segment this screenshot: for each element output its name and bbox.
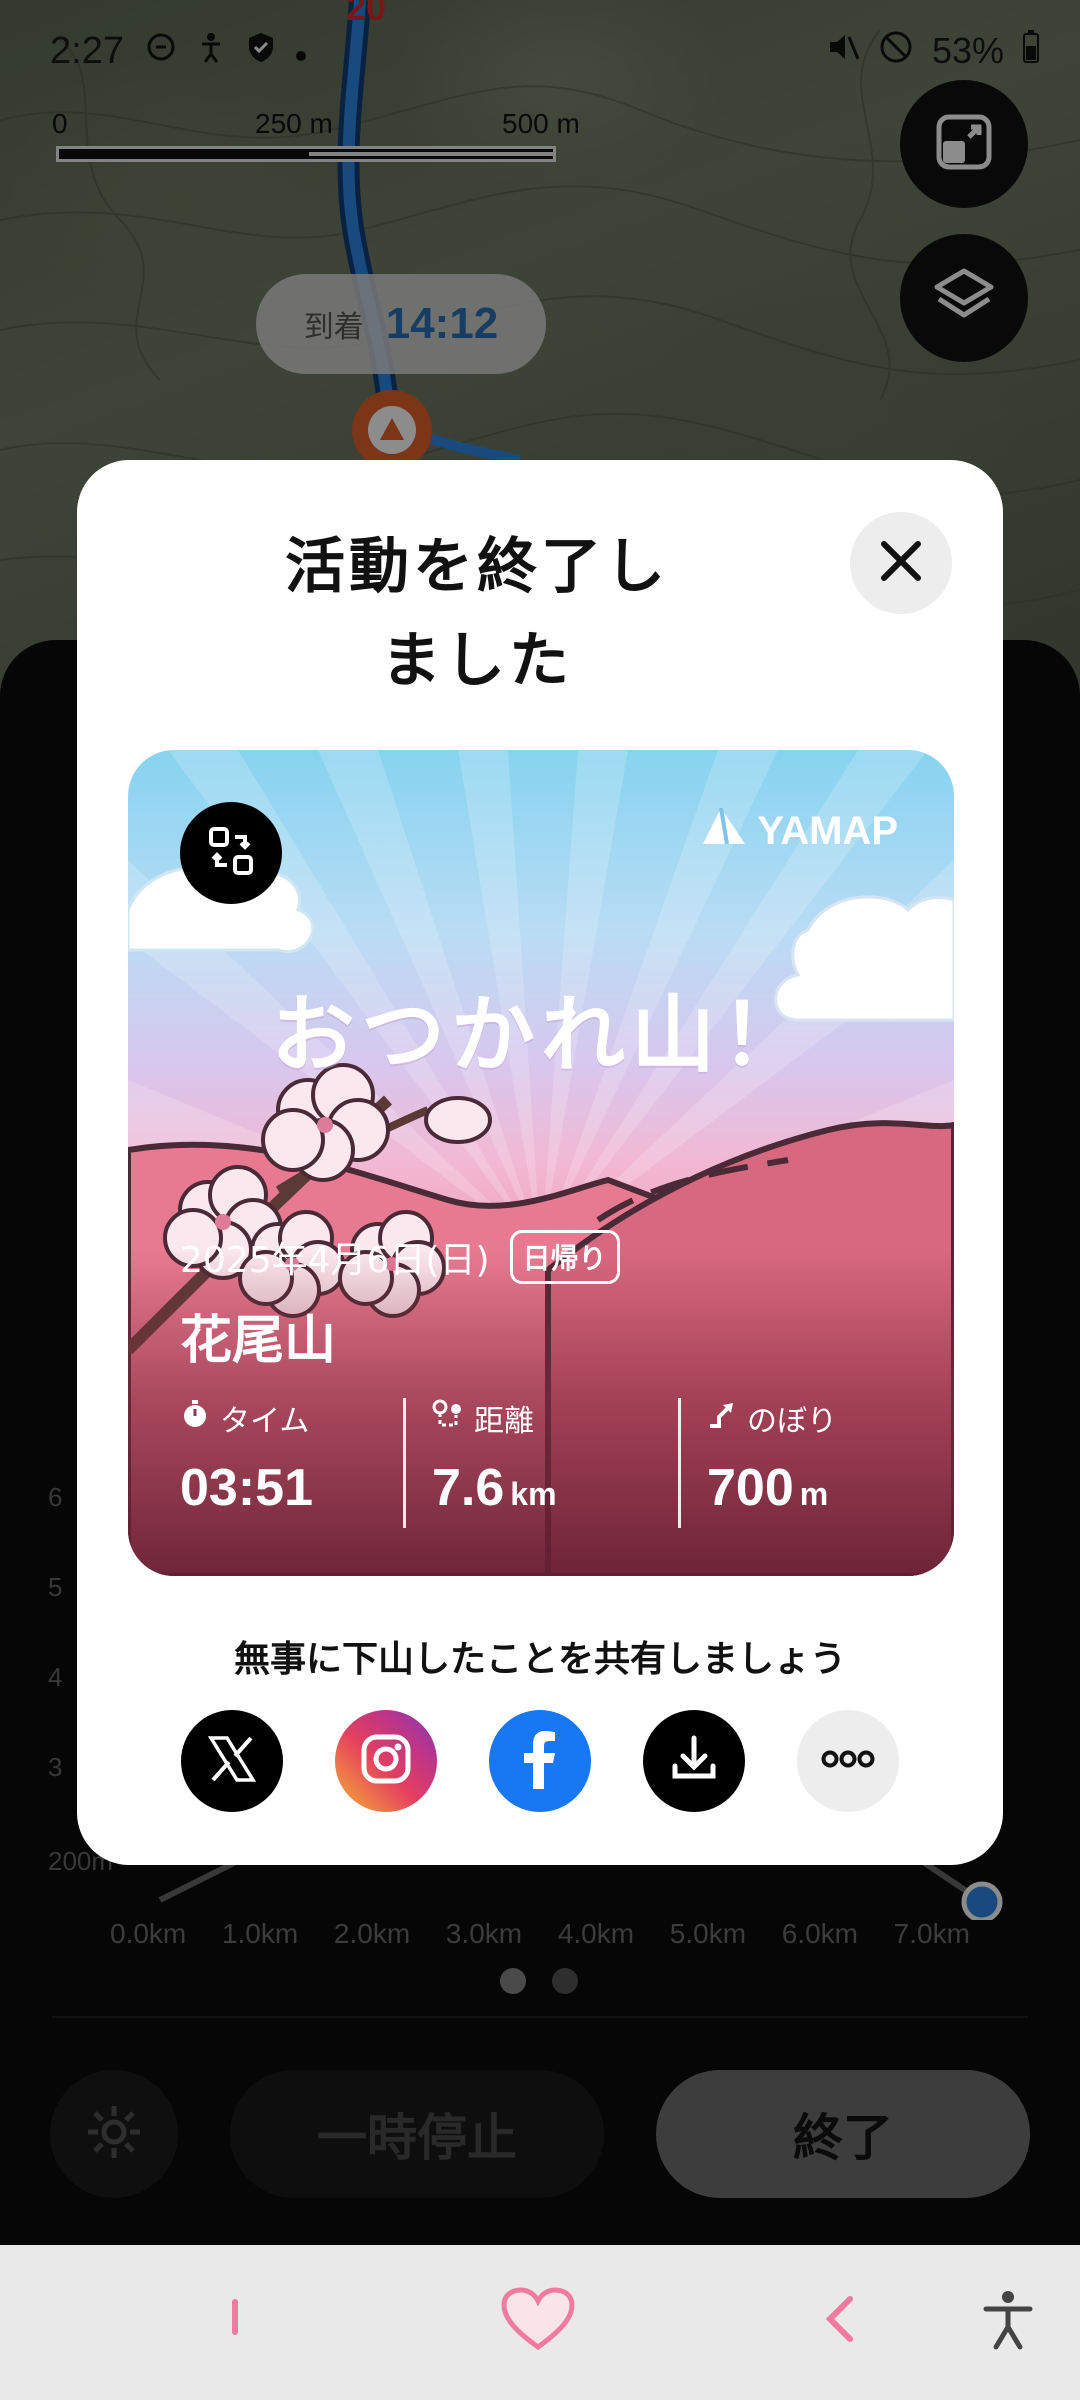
download-button[interactable] xyxy=(643,1710,745,1812)
card-headline: おつかれ山！ xyxy=(270,986,811,1084)
download-icon xyxy=(667,1732,721,1790)
home-button[interactable] xyxy=(500,2287,576,2357)
day-trip-badge: 日帰り xyxy=(509,1230,620,1284)
x-icon xyxy=(205,1732,259,1790)
stat-unit: m xyxy=(799,1476,829,1512)
stat-value: 700 xyxy=(707,1459,794,1517)
yamap-mountain-icon xyxy=(701,806,747,856)
activity-stats: タイム 03:51 距離 7.6 km のぼり 700 m xyxy=(128,1398,954,1528)
stat-distance: 距離 7.6 km xyxy=(403,1398,678,1528)
dialog-title: 活動を終了しました xyxy=(285,532,669,696)
summary-card: YAMAP おつかれ山！ 2025年4月6日(日) 日帰り 花尾山 タイム 03… xyxy=(128,750,954,1576)
activity-complete-dialog: 活動を終了しました YAMAP おつかれ山！ 2025年4月6日(日) 日帰り … xyxy=(77,460,1003,1865)
heart-icon xyxy=(500,2287,576,2357)
recent-apps-button[interactable] xyxy=(228,2295,242,2343)
swap-icon xyxy=(201,821,261,885)
stat-unit: km xyxy=(510,1476,557,1512)
accessibility-button[interactable] xyxy=(982,2289,1034,2355)
recents-icon xyxy=(228,2299,242,2343)
activity-date: 2025年4月6日(日) xyxy=(180,1240,490,1281)
mountain-name: 花尾山 xyxy=(180,1311,337,1371)
stat-value: 7.6 xyxy=(432,1459,505,1517)
yamap-logo: YAMAP xyxy=(701,806,898,856)
back-arrow-icon xyxy=(822,2296,856,2347)
stat-label: のぼり xyxy=(747,1404,837,1439)
stat-label: タイム xyxy=(220,1404,310,1439)
back-button[interactable] xyxy=(822,2295,856,2347)
instagram-icon xyxy=(358,1731,414,1791)
stat-time: タイム 03:51 xyxy=(128,1398,403,1528)
stat-ascent: のぼり 700 m xyxy=(678,1398,953,1528)
change-design-button[interactable] xyxy=(180,802,282,904)
share-instagram-button[interactable] xyxy=(335,1710,437,1812)
share-buttons xyxy=(181,1710,899,1812)
more-icon xyxy=(820,1749,876,1773)
brand-name: YAMAP xyxy=(757,808,898,853)
route-pin-icon xyxy=(432,1399,464,1437)
share-prompt: 無事に下山したことを共有しましょう xyxy=(233,1639,846,1680)
date-row: 2025年4月6日(日) 日帰り xyxy=(180,1230,620,1284)
ascent-icon xyxy=(707,1399,737,1437)
stat-label: 距離 xyxy=(474,1404,534,1439)
stat-value: 03:51 xyxy=(180,1459,313,1517)
accessibility-icon xyxy=(982,2291,1034,2355)
more-share-button[interactable] xyxy=(797,1710,899,1812)
close-icon xyxy=(876,536,926,590)
system-navigation-bar xyxy=(0,2245,1080,2400)
share-facebook-button[interactable] xyxy=(489,1710,591,1812)
share-x-button[interactable] xyxy=(181,1710,283,1812)
stopwatch-icon xyxy=(180,1399,210,1437)
facebook-icon xyxy=(515,1729,565,1793)
close-button[interactable] xyxy=(850,512,952,614)
